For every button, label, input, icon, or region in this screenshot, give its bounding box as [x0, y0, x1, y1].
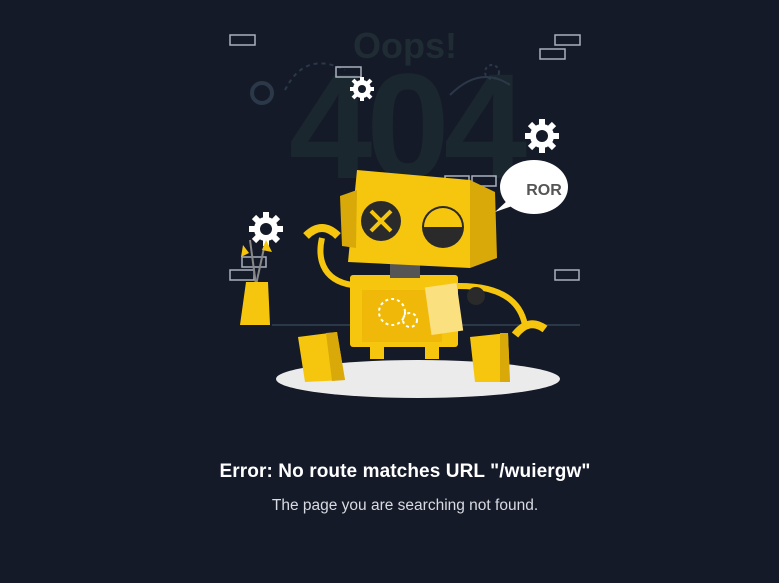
- gear-icon: [350, 77, 374, 101]
- error-title: Error: No route matches URL "/wuiergw": [219, 461, 591, 482]
- flower-pot: [240, 239, 272, 325]
- faint-gear-icon: [250, 81, 274, 105]
- error-message: The page you are searching not found.: [271, 497, 539, 514]
- robot-404-illustration: Oops! 404 ROR: [229, 25, 581, 398]
- gear-icon: [525, 119, 559, 153]
- bubble-text: ROR: [526, 182, 562, 199]
